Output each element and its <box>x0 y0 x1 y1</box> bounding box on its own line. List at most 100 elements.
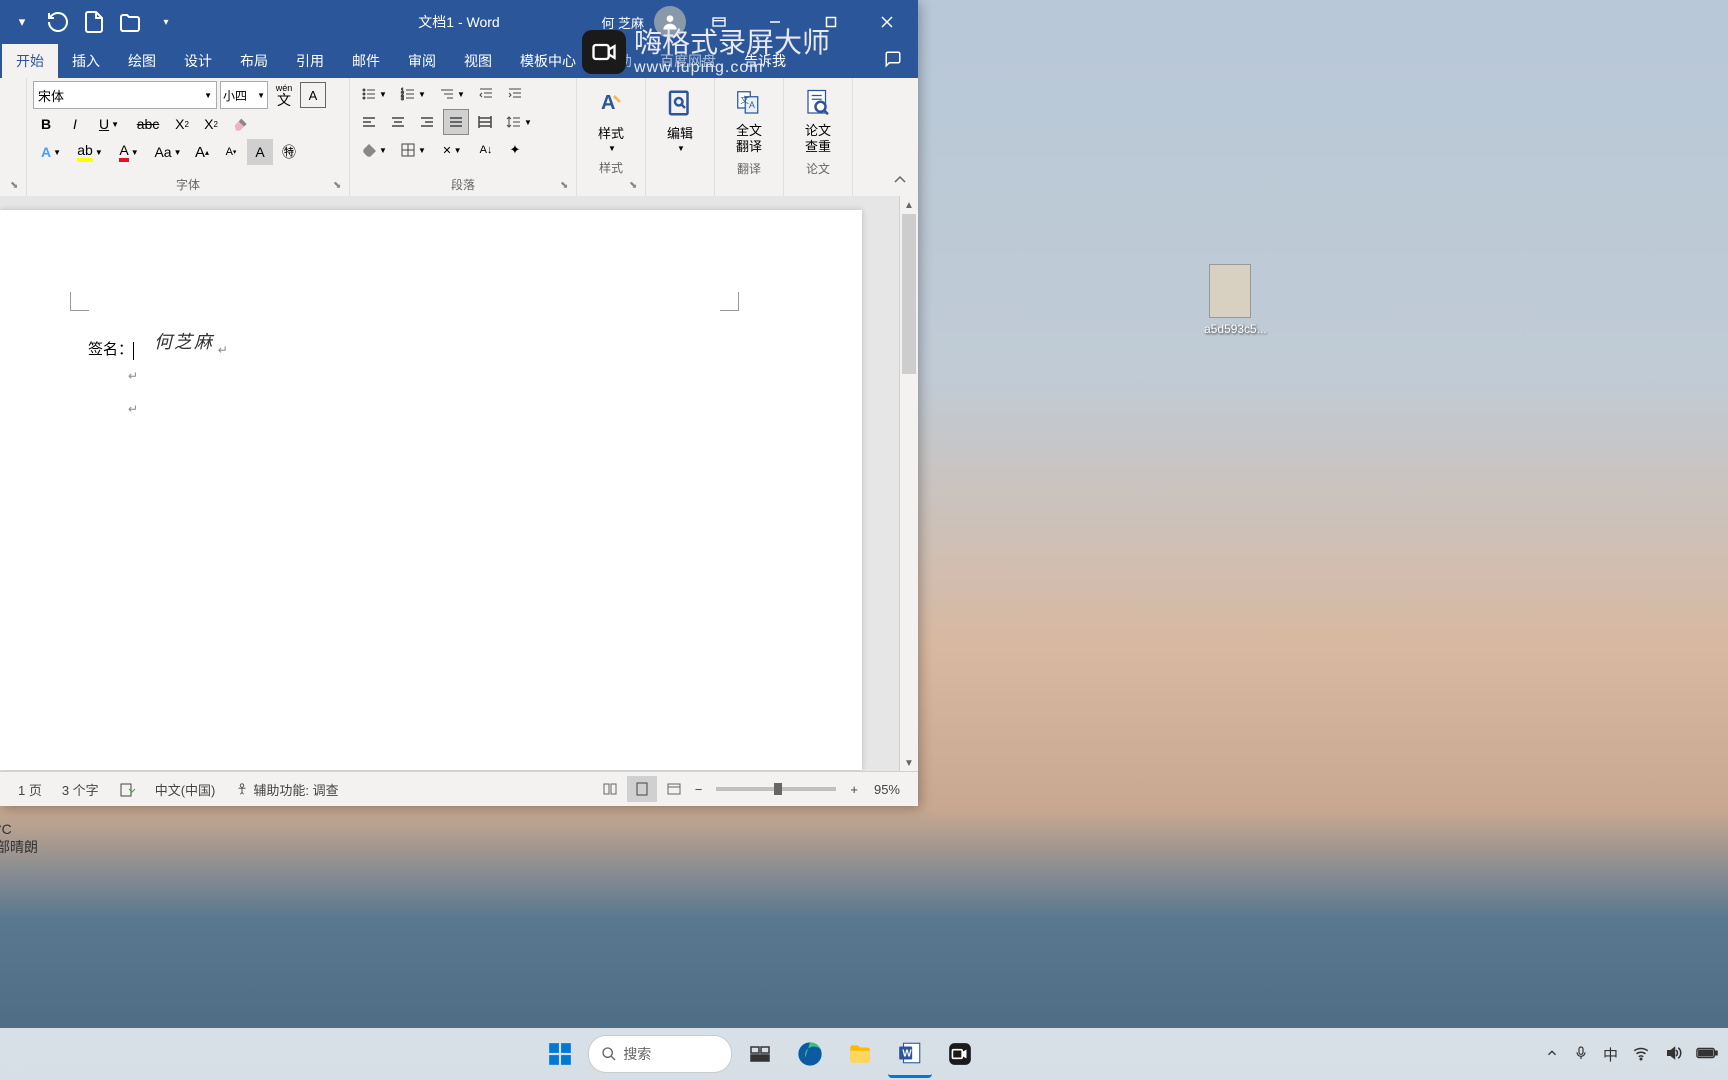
tab-baidu[interactable]: 百度网盘 <box>646 44 730 78</box>
line-spacing-button[interactable]: ▼ <box>501 109 537 135</box>
page-number[interactable]: 1 页 <box>8 780 52 799</box>
align-right-button[interactable] <box>414 109 440 135</box>
undo-dropdown-icon[interactable]: ▾ <box>10 10 34 34</box>
sort-button[interactable]: A↓ <box>473 137 499 163</box>
tab-draw[interactable]: 绘图 <box>114 44 170 78</box>
page[interactable]: 签名： ↵ ↵ ↵ 何芝麻 <box>0 210 862 770</box>
qat-more-icon[interactable]: ▾ <box>154 10 178 34</box>
signature-image[interactable]: 何芝麻 <box>154 328 214 354</box>
highlight-button[interactable]: ab▼ <box>72 139 108 165</box>
ime-indicator[interactable]: 中 <box>1603 1044 1618 1065</box>
dialog-launcher-icon[interactable]: ⬊ <box>333 180 347 194</box>
tab-mailings[interactable]: 邮件 <box>338 44 394 78</box>
redo-icon[interactable] <box>46 10 70 34</box>
increase-indent-button[interactable] <box>502 81 528 107</box>
font-color-button[interactable]: A▼ <box>111 139 147 165</box>
zoom-out-button[interactable]: − <box>689 782 709 797</box>
strikethrough-button[interactable]: abc <box>130 111 166 137</box>
italic-button[interactable]: I <box>62 111 88 137</box>
tab-templates[interactable]: 模板中心 <box>506 44 590 78</box>
change-case-button[interactable]: Aa▼ <box>150 139 186 165</box>
zoom-level[interactable]: 95% <box>864 782 910 797</box>
superscript-button[interactable]: X2 <box>198 111 224 137</box>
scroll-up-icon[interactable]: ▲ <box>900 196 918 214</box>
tab-layout[interactable]: 布局 <box>226 44 282 78</box>
underline-button[interactable]: U▼ <box>91 111 127 137</box>
edit-button[interactable]: 编辑▼ <box>652 81 708 157</box>
language-status[interactable]: 中文(中国) <box>145 780 226 799</box>
phonetic-guide-button[interactable]: wén文 <box>271 82 297 108</box>
maximize-icon[interactable] <box>808 2 854 42</box>
enclose-char-button[interactable]: ㊕ <box>276 139 302 165</box>
volume-icon[interactable] <box>1664 1044 1682 1065</box>
print-layout-button[interactable] <box>627 776 657 802</box>
shrink-font-button[interactable]: A▾ <box>218 139 244 165</box>
accessibility-status[interactable]: 辅助功能: 调查 <box>225 780 348 799</box>
thesis-check-button[interactable]: 论文 查重 <box>790 81 846 158</box>
word-count[interactable]: 3 个字 <box>52 780 109 799</box>
tab-help[interactable]: 帮助 <box>590 44 646 78</box>
taskbar-search[interactable]: 搜索 <box>588 1035 732 1073</box>
tab-home[interactable]: 开始 <box>2 44 58 78</box>
text-effects-button[interactable]: A▼ <box>33 139 69 165</box>
weather-widget[interactable]: °C 部晴朗 <box>0 820 38 856</box>
decrease-indent-button[interactable] <box>473 81 499 107</box>
word-taskbar-button[interactable]: W <box>888 1031 932 1078</box>
tab-insert[interactable]: 插入 <box>58 44 114 78</box>
shading-button[interactable]: ▼ <box>356 137 392 163</box>
ribbon-display-icon[interactable] <box>696 2 742 42</box>
align-center-button[interactable] <box>385 109 411 135</box>
vertical-scrollbar[interactable]: ▲ ▼ <box>899 196 918 772</box>
tab-review[interactable]: 审阅 <box>394 44 450 78</box>
clear-format-button[interactable] <box>227 111 253 137</box>
explorer-button[interactable] <box>838 1032 882 1076</box>
font-name-combo[interactable]: 宋体▼ <box>33 81 217 109</box>
show-marks-button[interactable]: ✦ <box>502 137 528 163</box>
open-icon[interactable] <box>118 10 142 34</box>
read-mode-button[interactable] <box>595 776 625 802</box>
dialog-launcher-icon[interactable]: ⬊ <box>10 180 24 194</box>
multilevel-list-button[interactable]: ▼ <box>434 81 470 107</box>
grow-font-button[interactable]: A▴ <box>189 139 215 165</box>
char-shading-button[interactable]: A <box>247 139 273 165</box>
task-view-button[interactable] <box>738 1032 782 1076</box>
dialog-launcher-icon[interactable]: ⬊ <box>560 180 574 194</box>
subscript-button[interactable]: X2 <box>169 111 195 137</box>
close-icon[interactable] <box>864 2 910 42</box>
tab-view[interactable]: 视图 <box>450 44 506 78</box>
asian-layout-button[interactable]: ✕▼ <box>434 137 470 163</box>
styles-button[interactable]: A 样式▼ <box>583 81 639 157</box>
web-layout-button[interactable] <box>659 776 689 802</box>
tray-chevron-icon[interactable] <box>1545 1046 1559 1063</box>
scroll-thumb[interactable] <box>902 214 916 374</box>
microphone-icon[interactable] <box>1573 1045 1589 1064</box>
number-list-button[interactable]: 123▼ <box>395 81 431 107</box>
spell-check-icon[interactable] <box>109 781 145 797</box>
collapse-ribbon-icon[interactable] <box>892 172 912 192</box>
new-doc-icon[interactable] <box>82 10 106 34</box>
char-border-button[interactable]: A <box>300 82 326 108</box>
scroll-down-icon[interactable]: ▼ <box>900 754 918 772</box>
zoom-in-button[interactable]: + <box>844 782 864 797</box>
tab-references[interactable]: 引用 <box>282 44 338 78</box>
bold-button[interactable]: B <box>33 111 59 137</box>
desktop-file-icon[interactable]: a5d593c5... <box>1204 264 1256 336</box>
tab-design[interactable]: 设计 <box>170 44 226 78</box>
tab-tellme[interactable]: 告诉我 <box>730 44 800 78</box>
bullet-list-button[interactable]: ▼ <box>356 81 392 107</box>
zoom-slider[interactable] <box>716 787 836 791</box>
zoom-thumb[interactable] <box>774 783 782 795</box>
edge-button[interactable] <box>788 1032 832 1076</box>
wifi-icon[interactable] <box>1632 1044 1650 1065</box>
align-left-button[interactable] <box>356 109 382 135</box>
titlebar[interactable]: ▾ ▾ 文档1 - Word 何 芝麻 <box>0 0 918 44</box>
dialog-launcher-icon[interactable]: ⬊ <box>629 180 643 194</box>
translate-button[interactable]: 文A 全文 翻译 <box>721 81 777 158</box>
user-avatar-icon[interactable] <box>654 6 686 38</box>
align-justify-button[interactable] <box>443 109 469 135</box>
minimize-icon[interactable] <box>752 2 798 42</box>
font-size-combo[interactable]: 小四▼ <box>220 81 268 109</box>
borders-button[interactable]: ▼ <box>395 137 431 163</box>
recorder-taskbar-button[interactable] <box>938 1032 982 1076</box>
comments-icon[interactable] <box>870 43 918 78</box>
